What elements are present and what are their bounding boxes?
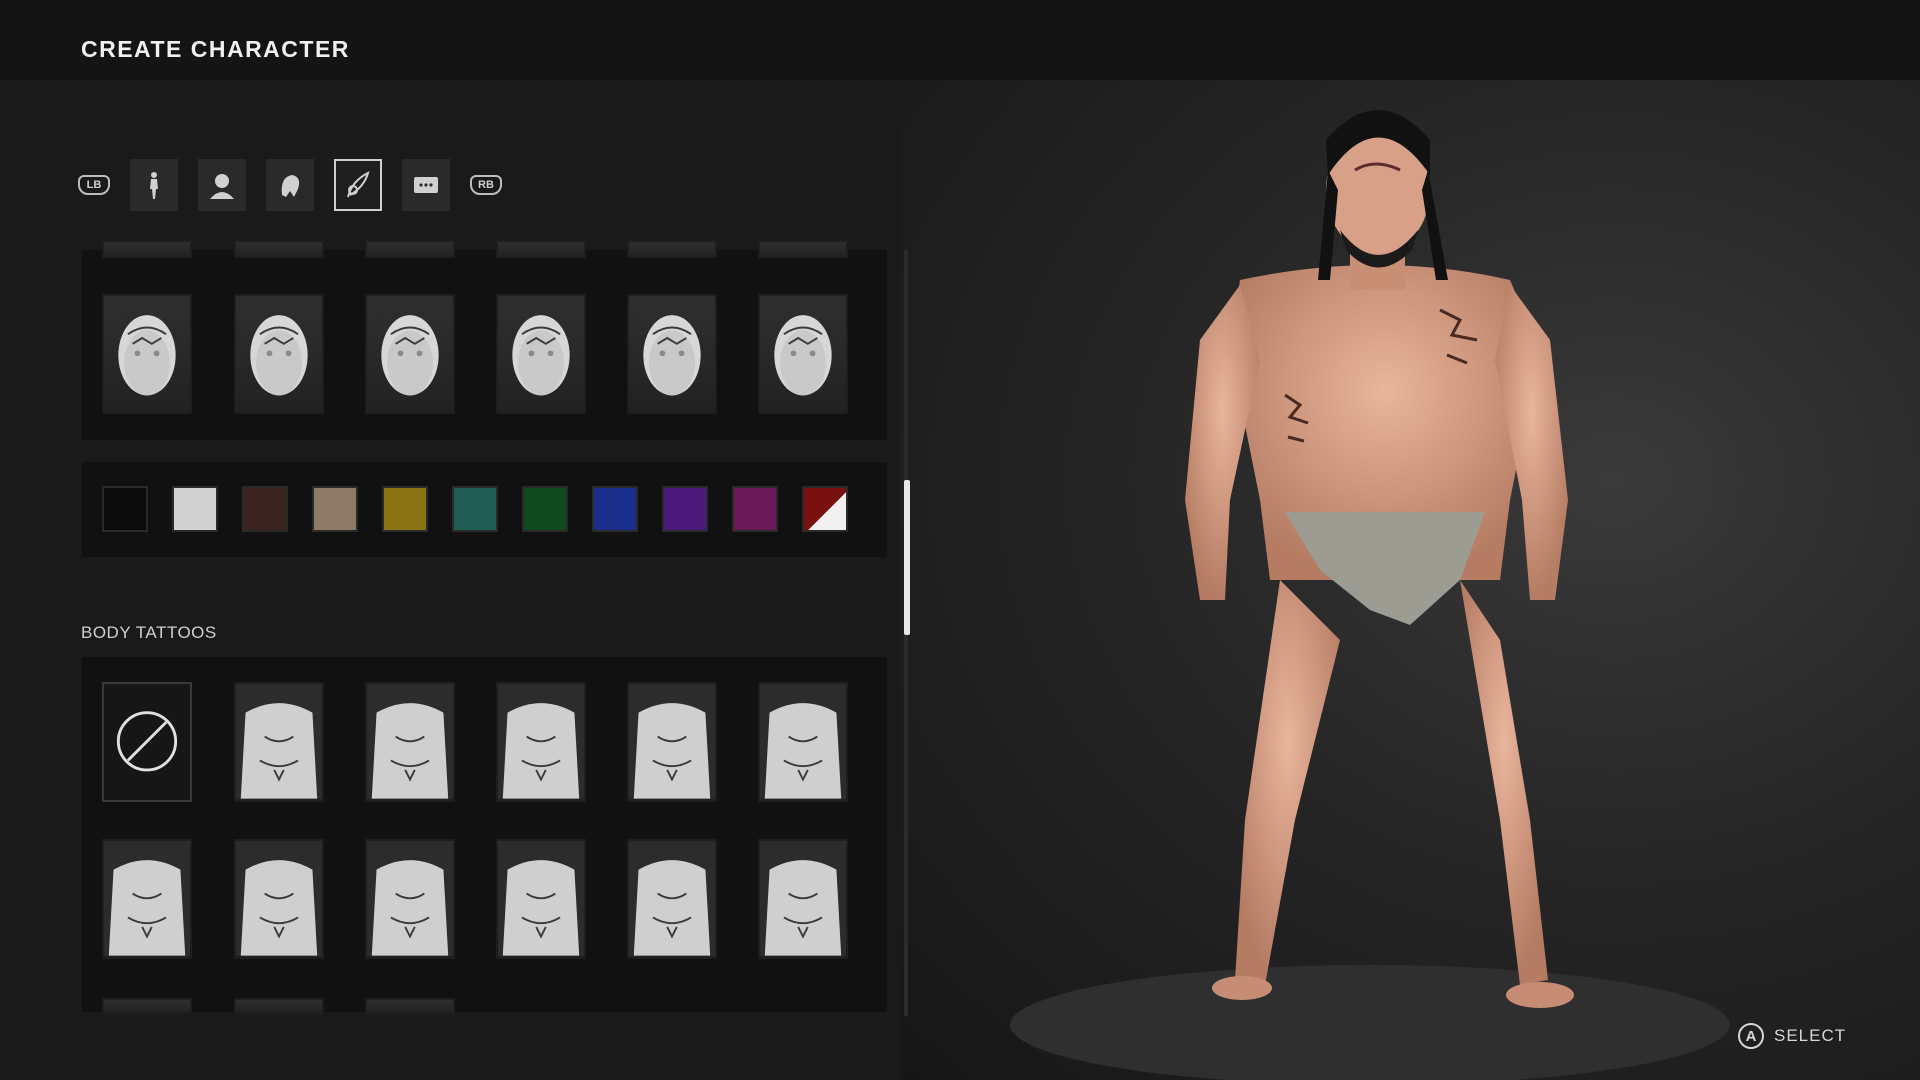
body-tattoo-thumb[interactable] [758,682,848,802]
body-tattoo-thumb[interactable] [496,839,586,959]
body-tattoo-thumb[interactable] [496,682,586,802]
select-prompt: A SELECT [1738,1023,1846,1049]
page-title: CREATE CHARACTER [81,36,350,62]
body-tattoos-label: BODY TATTOOS [81,623,217,642]
hair-icon [281,175,300,197]
a-button-icon: A [1738,1023,1764,1049]
body-tattoo-thumb[interactable] [365,839,455,959]
tab-voice[interactable] [402,159,450,211]
body-tattoo-thumb[interactable] [627,839,717,959]
color-swatch[interactable] [172,486,218,532]
body-icon [150,172,158,199]
face-tattoo-thumb[interactable] [496,240,586,258]
face-tattoo-thumb[interactable] [496,294,586,414]
category-bar: LB RB [78,158,502,212]
face-tattoo-thumb[interactable] [627,294,717,414]
color-swatch[interactable] [312,486,358,532]
face-tattoo-thumb[interactable] [102,294,192,414]
head-icon [210,174,234,199]
body-tattoo-thumb[interactable] [234,682,324,802]
select-label: SELECT [1774,1026,1847,1045]
color-swatch[interactable] [452,486,498,532]
color-swatch[interactable] [242,486,288,532]
color-swatch[interactable] [102,486,148,532]
body-tattoo-thumb[interactable] [365,682,455,802]
body-tattoo-thumb[interactable] [234,998,324,1014]
face-tattoo-thumb[interactable] [234,294,324,414]
face-tattoo-thumb[interactable] [758,294,848,414]
face-tattoo-thumb[interactable] [627,240,717,258]
body-tattoo-thumb[interactable] [365,998,455,1014]
face-tattoo-thumb[interactable] [365,294,455,414]
color-swatch[interactable] [522,486,568,532]
body-tattoo-thumb[interactable] [102,998,192,1014]
body-tattoo-thumb[interactable] [234,839,324,959]
rb-button[interactable]: RB [470,175,502,195]
face-tattoo-thumb[interactable] [758,240,848,258]
character-model [1010,110,1730,1080]
color-swatch[interactable] [662,486,708,532]
face-tattoo-thumb[interactable] [365,240,455,258]
body-tattoo-thumb[interactable] [102,839,192,959]
no-tattoo-option[interactable] [102,682,192,802]
tab-head[interactable] [198,159,246,211]
lb-button[interactable]: LB [78,175,110,195]
tab-tattoos[interactable] [334,159,382,211]
scrollbar-thumb[interactable] [904,480,910,635]
color-swatch[interactable] [802,486,848,532]
tab-hair[interactable] [266,159,314,211]
top-bar: CREATE CHARACTER [0,0,1920,80]
color-swatch[interactable] [732,486,778,532]
face-tattoo-thumb[interactable] [234,240,324,258]
body-tattoo-thumb[interactable] [758,839,848,959]
character-preview[interactable] [900,80,1920,1080]
color-swatch[interactable] [592,486,638,532]
face-tattoo-thumb[interactable] [102,240,192,258]
speech-bubble-icon [414,177,438,193]
body-tattoo-thumb[interactable] [627,682,717,802]
tattoo-quill-icon [347,171,370,198]
color-swatch[interactable] [382,486,428,532]
tab-body[interactable] [130,159,178,211]
none-icon [116,711,178,772]
